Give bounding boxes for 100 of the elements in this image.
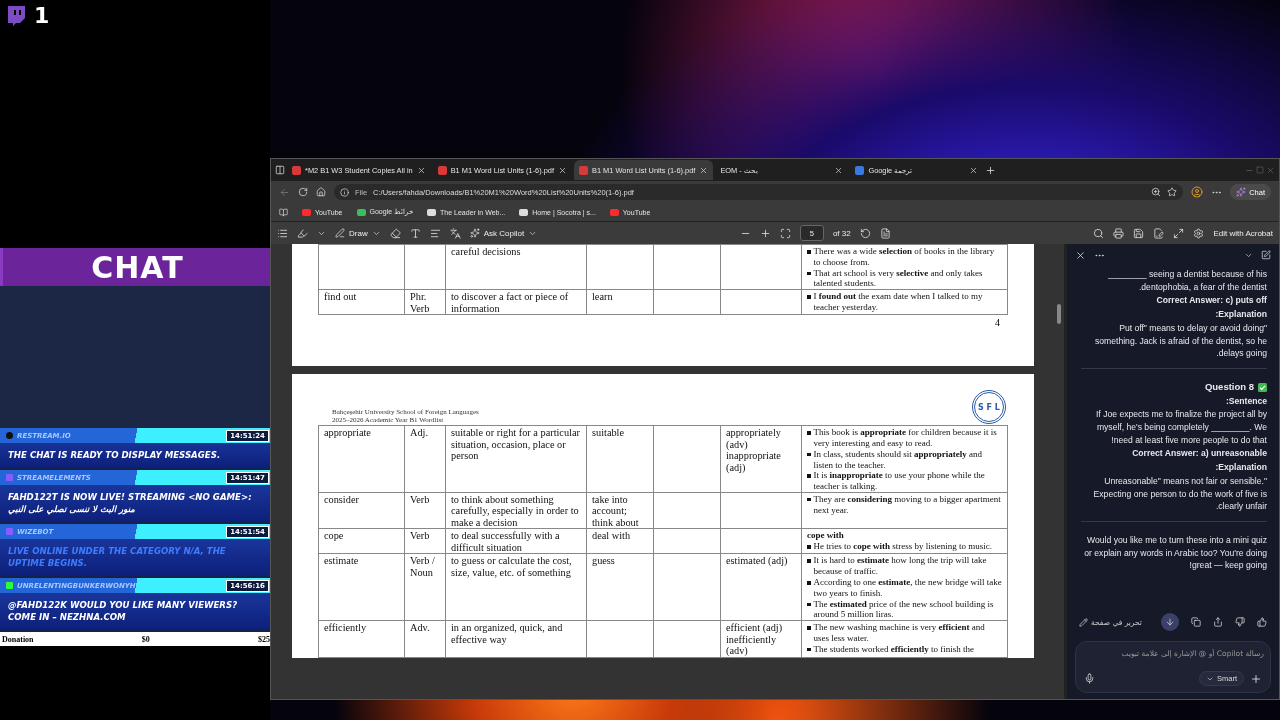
scroll-down-button[interactable]	[1161, 613, 1179, 631]
message-text: FAHD122T IS NOW LIVE! STREAMING <NO GAME>: منور البث لا تنسى تصلي على النبي	[7, 491, 253, 517]
highlighter-icon[interactable]	[297, 227, 308, 239]
definition-cell: to guess or calculate the cost, size, value, etc. of something	[451, 555, 572, 578]
settings-icon[interactable]	[1193, 227, 1205, 239]
search-icon[interactable]	[1093, 227, 1105, 239]
fit-page-icon[interactable]	[779, 227, 791, 239]
eraser-icon[interactable]	[389, 227, 401, 239]
response-paragraph: Would you like me to turn these into a mini quiz or explain any words in Arabic too? You're doing !great — keep going	[1083, 533, 1267, 573]
tab-favicon-icon	[855, 165, 865, 175]
scrollbar-thumb[interactable]	[1057, 304, 1061, 324]
source-icon	[6, 474, 13, 481]
bullet-icon	[807, 452, 811, 457]
reading-icon	[279, 207, 288, 217]
part-of-speech-cell: Adv.	[410, 622, 430, 634]
word-cell: appropriate	[324, 427, 371, 439]
answer-heading: :Sentence	[1225, 394, 1267, 408]
bullet-icon	[807, 626, 811, 630]
bullet-icon	[807, 431, 811, 435]
microphone-icon[interactable]	[1084, 673, 1095, 684]
response-paragraph: ________ seeing a dentist because of his .dentophobia, a fear of the dentist	[1107, 268, 1267, 294]
example-sentence: It is inappropriate to use your phone while the teacher is talking.	[813, 470, 986, 492]
close-icon[interactable]	[969, 165, 979, 175]
example-sentence: It is hard to estimate how long the trip will take because of traffic.	[813, 555, 988, 578]
translate-icon[interactable]	[449, 227, 461, 239]
thumbs-up-icon[interactable]	[1257, 617, 1267, 627]
source-icon	[6, 582, 13, 589]
add-icon[interactable]	[1250, 672, 1262, 685]
example-sentence: I found out the exam date when I talked to my teacher yesterday.	[813, 291, 984, 313]
donation-label: Donation	[2, 634, 34, 644]
bullet-icon	[807, 497, 811, 502]
definition-cell: to discover a fact or piece of information	[451, 291, 569, 314]
bullet-icon	[807, 474, 811, 478]
bullet-icon	[807, 250, 811, 254]
tab-favicon-icon	[292, 165, 301, 175]
word-forms-cell: efficient (adj) inefficiently (adv)	[726, 622, 783, 657]
copy-icon[interactable]	[1191, 617, 1201, 627]
part-of-speech-cell: Verb	[410, 530, 430, 542]
refresh-icon[interactable]	[298, 187, 308, 197]
tab-actions-icon[interactable]	[275, 165, 285, 175]
message-text: @FAHD122K WOULD YOU LIKE MANY VIEWERS? COME IN – NEZHNA.COM	[7, 599, 239, 624]
copilot-icon	[469, 228, 480, 238]
example-sentence: In class, students should sit appropriately and listen to the teacher.	[813, 448, 984, 471]
info-icon	[340, 187, 349, 197]
save-icon[interactable]	[1133, 227, 1145, 239]
annotate-icon[interactable]	[1153, 227, 1165, 239]
draw-button[interactable]: Draw	[335, 228, 381, 238]
collocation-heading: cope with	[807, 530, 845, 542]
close-icon[interactable]	[416, 165, 426, 175]
pen-icon	[335, 228, 345, 238]
response-paragraph: Put off" means to delay or avoid doing" something. Jack is afraid of the dentist, so he .delays going	[1094, 321, 1267, 360]
page-count: of 32	[832, 228, 851, 238]
new-tab-icon[interactable]	[985, 164, 997, 176]
zoom-in-icon[interactable]	[759, 227, 771, 239]
text-box-icon[interactable]	[409, 227, 421, 239]
close-icon[interactable]	[1075, 249, 1086, 261]
close-icon[interactable]	[699, 165, 709, 175]
word-cell: cope	[324, 530, 344, 542]
copilot-icon	[1236, 187, 1247, 197]
rotate-icon[interactable]	[859, 227, 871, 239]
bullet-icon	[807, 581, 811, 585]
bookmark-favicon-icon	[356, 208, 366, 216]
word-cell: estimate	[324, 555, 359, 567]
example-sentence: This book is appropriate for children because it is very interesting and easy to read.	[813, 427, 998, 449]
read-aloud-icon[interactable]	[429, 227, 441, 239]
question-heading: Question 8	[1204, 380, 1254, 394]
close-icon[interactable]	[834, 165, 844, 175]
answer-heading: :Explanation	[1215, 461, 1267, 474]
bullet-icon	[807, 602, 811, 607]
source-icon	[6, 528, 13, 535]
share-icon[interactable]	[1213, 617, 1223, 627]
example-sentence: There was a wide selection of books in the library to choose from.	[813, 246, 996, 268]
part-of-speech-cell: Verb / Noun	[410, 555, 435, 578]
page-view-icon[interactable]	[879, 227, 891, 239]
message-text: THE CHAT IS READY TO DISPLAY MESSAGES.	[7, 449, 222, 462]
example-sentence: According to one estimate, the new bridge will take two years to finish.	[813, 577, 1002, 599]
part-of-speech-cell: Adj.	[410, 427, 429, 439]
example-sentence: The estimated price of the new school building is around 5 million liras.	[813, 598, 995, 621]
new-chat-icon[interactable]	[1261, 250, 1271, 260]
example-sentence: The new washing machine is very efficient and uses less water.	[813, 622, 986, 644]
donation-goal: $25	[258, 634, 270, 644]
close-icon[interactable]	[558, 165, 567, 175]
contents-icon[interactable]	[277, 227, 288, 239]
check-mark-icon	[1258, 382, 1267, 392]
home-icon[interactable]	[316, 187, 326, 197]
zoom-icon[interactable]	[1151, 187, 1162, 197]
definition-cell: in an organized, quick, and effective way	[451, 622, 563, 645]
definition-cell: careful decisions	[451, 246, 521, 257]
favorite-star-icon[interactable]	[1167, 187, 1178, 197]
fullscreen-icon[interactable]	[1173, 227, 1185, 239]
ask-copilot-button[interactable]: Ask Copilot	[469, 228, 538, 238]
bullet-icon	[807, 647, 811, 652]
example-sentence: That art school is very selective and only takes talented students.	[813, 267, 984, 290]
thumbs-down-icon[interactable]	[1235, 617, 1245, 627]
edit-with-acrobat-button[interactable]: Edit with Acrobat	[1213, 228, 1273, 238]
source-icon	[6, 432, 13, 439]
part-of-speech-cell: Verb	[410, 493, 430, 505]
print-icon[interactable]	[1113, 227, 1125, 239]
profile-icon[interactable]	[1191, 186, 1204, 198]
pencil-icon	[1079, 617, 1088, 627]
